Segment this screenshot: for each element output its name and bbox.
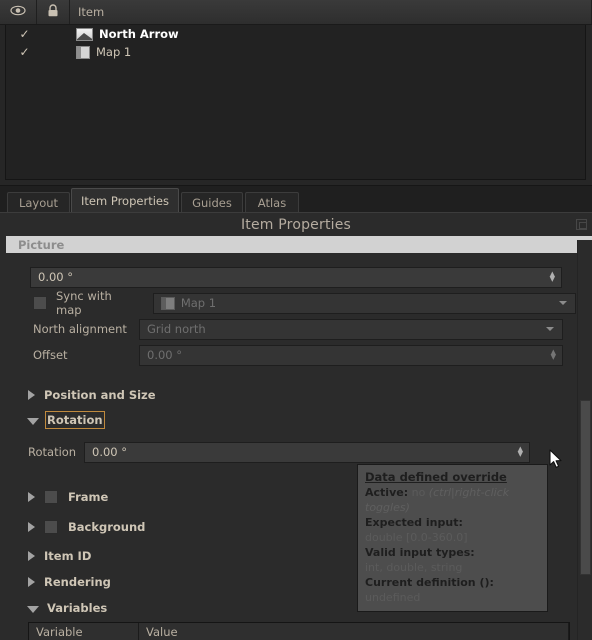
item-visibility-check[interactable]: ✓ xyxy=(6,27,38,41)
map-combobox[interactable]: Map 1 xyxy=(152,292,576,314)
tab-guides-label: Guides xyxy=(192,196,232,210)
tab-atlas[interactable]: Atlas xyxy=(245,192,299,213)
chevron-right-icon[interactable] xyxy=(28,492,35,502)
table-row[interactable]: ✓ Map 1 xyxy=(6,43,585,61)
rotation-row: Rotation 0.00 ° ▲ ▼ xyxy=(6,441,576,463)
column-header-visibility[interactable] xyxy=(0,0,37,24)
offset-spinbox[interactable]: 0.00 ° ▲ ▼ xyxy=(139,344,563,366)
section-rotation-label: Rotation xyxy=(45,411,105,429)
spinner-arrows-icon[interactable]: ▲ ▼ xyxy=(550,271,555,283)
tooltip-current-value: undefined xyxy=(365,591,421,604)
north-alignment-label: North alignment xyxy=(33,322,127,336)
offset-label: Offset xyxy=(33,348,68,362)
section-rendering-label: Rendering xyxy=(44,575,111,589)
eye-icon xyxy=(10,5,26,19)
north-alignment-row: North alignment Grid north xyxy=(6,318,576,340)
angle-row: 0.00 ° ▲ ▼ xyxy=(6,266,576,288)
column-header-variable-label: Variable xyxy=(36,624,83,639)
vertical-scrollbar[interactable] xyxy=(577,240,592,640)
tab-layout[interactable]: Layout xyxy=(7,192,70,213)
chevron-right-icon[interactable] xyxy=(28,551,35,561)
spinner-arrows-icon[interactable]: ▲ ▼ xyxy=(551,349,556,361)
chevron-right-icon[interactable] xyxy=(28,577,35,587)
mouse-cursor xyxy=(549,449,563,469)
tab-guides[interactable]: Guides xyxy=(181,192,243,213)
tab-bar: Layout Item Properties Guides Atlas xyxy=(0,187,592,213)
tooltip-title: Data defined override xyxy=(365,470,507,484)
tooltip-active-label: Active: xyxy=(365,486,409,499)
offset-row: Offset 0.00 ° ▲ ▼ xyxy=(6,344,576,366)
variables-table-header: Variable Value xyxy=(29,623,569,640)
undock-icon[interactable] xyxy=(576,219,587,230)
chevron-down-icon[interactable] xyxy=(27,606,39,613)
chevron-down-icon[interactable] xyxy=(27,418,39,425)
group-header-picture: Picture xyxy=(6,236,592,253)
page-title-label: Item Properties xyxy=(240,216,352,233)
map-icon xyxy=(160,296,175,310)
north-alignment-value: Grid north xyxy=(147,322,206,336)
sync-with-map-label: Sync with map xyxy=(56,289,112,317)
tooltip-valid-value: int, double, string xyxy=(365,561,463,574)
frame-checkbox[interactable] xyxy=(44,490,58,504)
lock-icon xyxy=(47,4,59,20)
section-position-and-size[interactable]: Position and Size xyxy=(6,384,576,406)
list-item-label[interactable]: Map 1 xyxy=(96,45,131,59)
section-background-label: Background xyxy=(68,520,146,534)
variables-table[interactable]: Variable Value xyxy=(28,622,570,640)
page-title: Item Properties xyxy=(0,213,592,236)
items-tree-header: Item xyxy=(0,0,592,25)
section-position-and-size-label: Position and Size xyxy=(44,388,156,402)
column-header-value[interactable]: Value xyxy=(139,623,569,640)
scrollbar-thumb[interactable] xyxy=(580,400,591,575)
section-item-id-label: Item ID xyxy=(44,549,92,563)
column-header-item[interactable]: Item xyxy=(70,0,592,24)
column-header-variable[interactable]: Variable xyxy=(29,623,139,640)
section-frame-label: Frame xyxy=(68,490,109,504)
group-header-picture-label: Picture xyxy=(18,237,65,252)
north-alignment-combobox[interactable]: Grid north xyxy=(139,318,563,340)
rotation-value: 0.00 ° xyxy=(92,445,128,459)
spinner-arrows-icon[interactable]: ▲ ▼ xyxy=(518,446,523,458)
tooltip-expected-label: Expected input: xyxy=(365,516,463,529)
tab-layout-label: Layout xyxy=(18,196,59,210)
tab-atlas-label: Atlas xyxy=(257,196,287,210)
sync-with-map-row: Sync with map Map 1 xyxy=(6,289,576,317)
column-header-value-label: Value xyxy=(146,624,178,639)
rotation-label: Rotation xyxy=(28,445,77,459)
tooltip-active-value: no xyxy=(411,486,426,499)
column-header-item-label: Item xyxy=(78,5,105,19)
items-tree-body[interactable]: ✓ North Arrow ✓ Map 1 xyxy=(5,25,586,180)
column-header-lock[interactable] xyxy=(37,0,70,24)
tooltip-valid-label: Valid input types: xyxy=(365,546,475,559)
sync-with-map-checkbox[interactable] xyxy=(33,296,47,310)
tooltip-active-row: Active: no (ctrl|right-click toggles) xyxy=(365,485,540,515)
angle-spinbox[interactable]: 0.00 ° ▲ ▼ xyxy=(30,266,562,288)
background-checkbox[interactable] xyxy=(44,520,58,534)
chevron-down-icon[interactable] xyxy=(546,327,554,331)
tooltip: Data defined override Active: no (ctrl|r… xyxy=(357,464,548,612)
map-icon xyxy=(76,45,90,59)
chevron-down-icon[interactable] xyxy=(559,301,567,305)
chevron-right-icon[interactable] xyxy=(28,390,35,400)
list-item-label[interactable]: North Arrow xyxy=(99,27,179,41)
tab-item-properties-label: Item Properties xyxy=(81,194,169,208)
section-variables-label: Variables xyxy=(47,601,108,615)
rotation-spinbox[interactable]: 0.00 ° ▲ ▼ xyxy=(84,441,530,463)
tab-item-properties[interactable]: Item Properties xyxy=(71,188,179,213)
tooltip-expected-value: double [0.0-360.0] xyxy=(365,531,468,544)
angle-value: 0.00 ° xyxy=(38,270,74,284)
map-combobox-value: Map 1 xyxy=(180,296,217,310)
items-panel: Item ✓ North Arrow ✓ Map 1 xyxy=(0,0,592,186)
section-rotation[interactable]: Rotation xyxy=(6,409,576,431)
tooltip-current-label: Current definition (): xyxy=(365,576,494,589)
picture-icon xyxy=(76,27,93,41)
item-visibility-check[interactable]: ✓ xyxy=(6,45,38,59)
offset-value: 0.00 ° xyxy=(147,348,183,362)
chevron-right-icon[interactable] xyxy=(28,522,35,532)
table-row[interactable]: ✓ North Arrow xyxy=(6,25,585,43)
